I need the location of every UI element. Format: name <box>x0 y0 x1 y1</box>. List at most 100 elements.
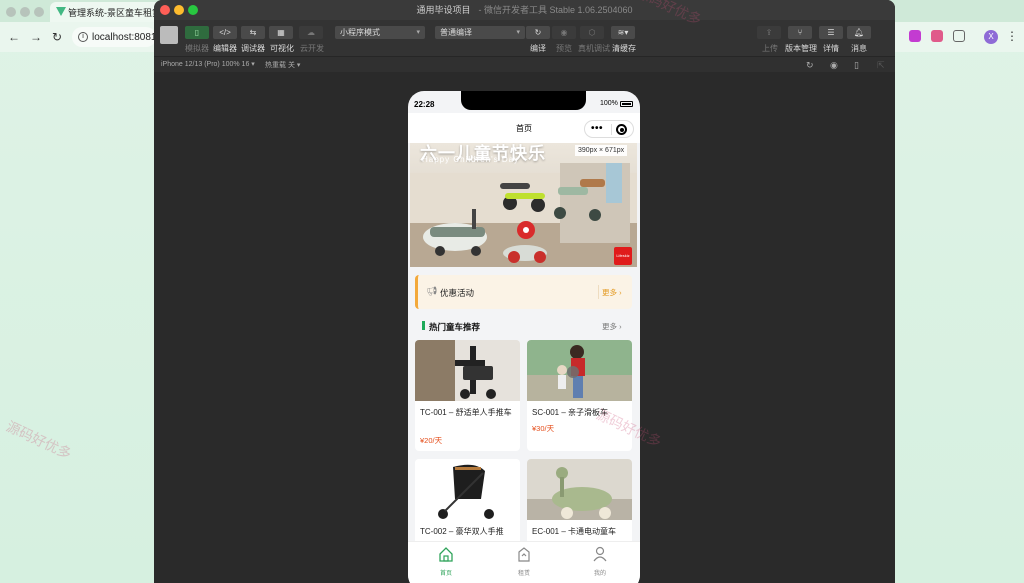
product-name: TC-002 – 豪华双人手推 <box>420 527 504 536</box>
mp-capsule: ••• <box>584 120 634 138</box>
browser-tab[interactable]: 管理系统-景区童车租赁微信 <box>50 2 160 22</box>
simulator-label: 模拟器 <box>185 44 209 53</box>
user-avatar[interactable] <box>160 26 178 44</box>
bottom-tab-bar: 首页 租赁 我的 <box>408 541 640 583</box>
section-title: 热门童车推荐 <box>429 322 481 332</box>
product-price: ¥20/天 <box>420 436 443 445</box>
profile-avatar[interactable]: X <box>984 30 998 44</box>
upload-icon[interactable]: ⇪ <box>757 26 781 39</box>
product-price: ¥30/天 <box>532 424 555 433</box>
reload-icon[interactable]: ↻ <box>52 30 62 44</box>
tab-rental-label: 租赁 <box>517 571 530 577</box>
devtools-toolbar: ▯ 模拟器 </> 编辑器 ⇆ 调试器 ▦ 可视化 ☁ 云开发 小程序模式 ▾ 普… <box>154 20 895 56</box>
details-icon[interactable]: ☰ <box>819 26 843 39</box>
tab-profile[interactable]: 我的 <box>580 546 620 577</box>
battery-icon <box>620 101 633 107</box>
promo-divider <box>598 285 599 299</box>
mode-select[interactable]: 小程序模式 ▾ <box>335 26 425 39</box>
details-label: 详情 <box>823 44 839 53</box>
product-image <box>415 459 520 520</box>
phone-icon[interactable]: ▯ <box>854 60 859 71</box>
product-name: EC-001 – 卡通电动童车 <box>532 527 617 536</box>
simulator-subbar: iPhone 12/13 (Pro) 100% 16 ▾ 热重载 关 ▾ ↻ ◉… <box>154 56 895 72</box>
forward-icon[interactable]: → <box>30 30 42 44</box>
compile-select-value: 普通编译 <box>440 28 472 37</box>
zoom-dot[interactable] <box>34 7 44 17</box>
app-version: - 微信开发者工具 Stable 1.06.2504060 <box>478 5 633 15</box>
messages-bell-icon[interactable]: 🔔︎ <box>847 26 871 39</box>
home-icon <box>439 547 453 562</box>
banner-subtitle: Happy Children's Day <box>422 155 520 164</box>
visualize-label: 可视化 <box>270 44 294 53</box>
editor-label: 编辑器 <box>213 44 237 53</box>
window-zoom-dot[interactable] <box>188 5 198 15</box>
device-select[interactable]: iPhone 12/13 (Pro) 100% 16 ▾ <box>161 60 255 68</box>
clear-cache-icon[interactable]: ≋▾ <box>611 26 635 39</box>
section-more-link[interactable]: 更多 › <box>602 321 622 332</box>
site-info-icon[interactable]: i <box>78 32 88 42</box>
extensions-puzzle-icon[interactable] <box>953 30 965 42</box>
promo-bar[interactable]: 📢︎ 优惠活动 更多 › <box>415 275 632 309</box>
back-icon[interactable]: ← <box>8 30 20 44</box>
rotate-icon[interactable]: ↻ <box>806 60 814 71</box>
window-close-dot[interactable] <box>160 5 170 15</box>
extension-download-icon[interactable] <box>909 30 921 42</box>
compile-icon[interactable]: ↻ <box>526 26 550 39</box>
watermark-left: 源码好优多 <box>3 417 75 463</box>
preview-label: 预览 <box>556 44 572 53</box>
version-control-icon[interactable]: ⑂ <box>788 26 812 39</box>
editor-toggle-icon[interactable]: </> <box>213 26 237 39</box>
product-image <box>527 459 632 520</box>
close-mini-program-icon[interactable] <box>616 124 627 135</box>
phone-notch <box>461 91 586 110</box>
cloud-toggle-icon[interactable]: ☁ <box>299 26 323 39</box>
promo-more-link[interactable]: 更多 › <box>602 287 622 298</box>
product-card[interactable]: SC-001 – 亲子滑板车 ¥30/天 <box>527 340 632 451</box>
cloud-label: 云开发 <box>300 44 324 53</box>
compile-mode-select[interactable]: 普通编译 ▾ <box>435 26 525 39</box>
status-time: 22:28 <box>414 100 435 109</box>
record-icon[interactable]: ◉ <box>830 60 838 71</box>
minimize-dot[interactable] <box>20 7 30 17</box>
tab-profile-label: 我的 <box>593 571 606 577</box>
product-card[interactable]: TC-002 – 豪华双人手推 <box>415 459 520 549</box>
popout-icon[interactable]: ⇱ <box>877 60 885 71</box>
devtools-title-bar: 通用毕设项目 - 微信开发者工具 Stable 1.06.2504060 <box>154 0 895 20</box>
promo-label: 优惠活动 <box>440 288 475 298</box>
more-dots-icon[interactable]: ••• <box>591 123 603 134</box>
more-menu-icon[interactable]: ⋮ <box>1006 29 1018 43</box>
tab-rental[interactable]: 租赁 <box>504 546 544 577</box>
address-bar[interactable]: i localhost:8081/ <box>72 27 160 47</box>
preview-icon[interactable]: ◉ <box>552 26 576 39</box>
project-title: 通用毕设项目 <box>416 5 471 15</box>
simulator-area: 22:28 100% 首页 ••• 六一儿童节快乐 Happy Children… <box>154 72 895 583</box>
product-card[interactable]: TC-001 – 舒适单人手推车 ¥20/天 <box>415 340 520 451</box>
devtools-window: 通用毕设项目 - 微信开发者工具 Stable 1.06.2504060 ▯ 模拟… <box>154 0 895 583</box>
debugger-label: 调试器 <box>241 44 265 53</box>
section-accent-bar <box>422 321 425 330</box>
extension-pink-icon[interactable] <box>931 30 943 42</box>
product-image <box>527 340 632 401</box>
address-text: localhost:8081/ <box>92 31 160 43</box>
product-image <box>415 340 520 401</box>
debugger-toggle-icon[interactable]: ⇆ <box>241 26 265 39</box>
rental-bag-icon <box>518 547 530 562</box>
dimension-tooltip: 390px × 671px <box>575 145 628 156</box>
mp-navbar: 首页 ••• <box>408 113 640 143</box>
simulator-toggle-icon[interactable]: ▯ <box>185 26 209 39</box>
tab-home[interactable]: 首页 <box>426 546 466 577</box>
user-icon <box>593 546 607 562</box>
mode-select-value: 小程序模式 <box>340 28 380 37</box>
product-card[interactable]: EC-001 – 卡通电动童车 <box>527 459 632 549</box>
visualize-toggle-icon[interactable]: ▦ <box>269 26 293 39</box>
product-name: TC-001 – 舒适单人手推车 <box>420 408 512 417</box>
megaphone-icon: 📢︎ <box>426 286 438 296</box>
close-dot[interactable] <box>6 7 16 17</box>
window-minimize-dot[interactable] <box>174 5 184 15</box>
hot-reload-select[interactable]: 热重载 关 ▾ <box>265 60 300 70</box>
remote-debug-icon[interactable]: ⬡ <box>580 26 604 39</box>
remote-debug-label: 真机调试 <box>578 44 610 53</box>
chevron-down-icon: ▾ <box>416 29 420 36</box>
status-battery-text: 100% <box>600 100 618 107</box>
home-banner[interactable]: 六一儿童节快乐 Happy Children's Day 390px × 671… <box>410 143 637 267</box>
